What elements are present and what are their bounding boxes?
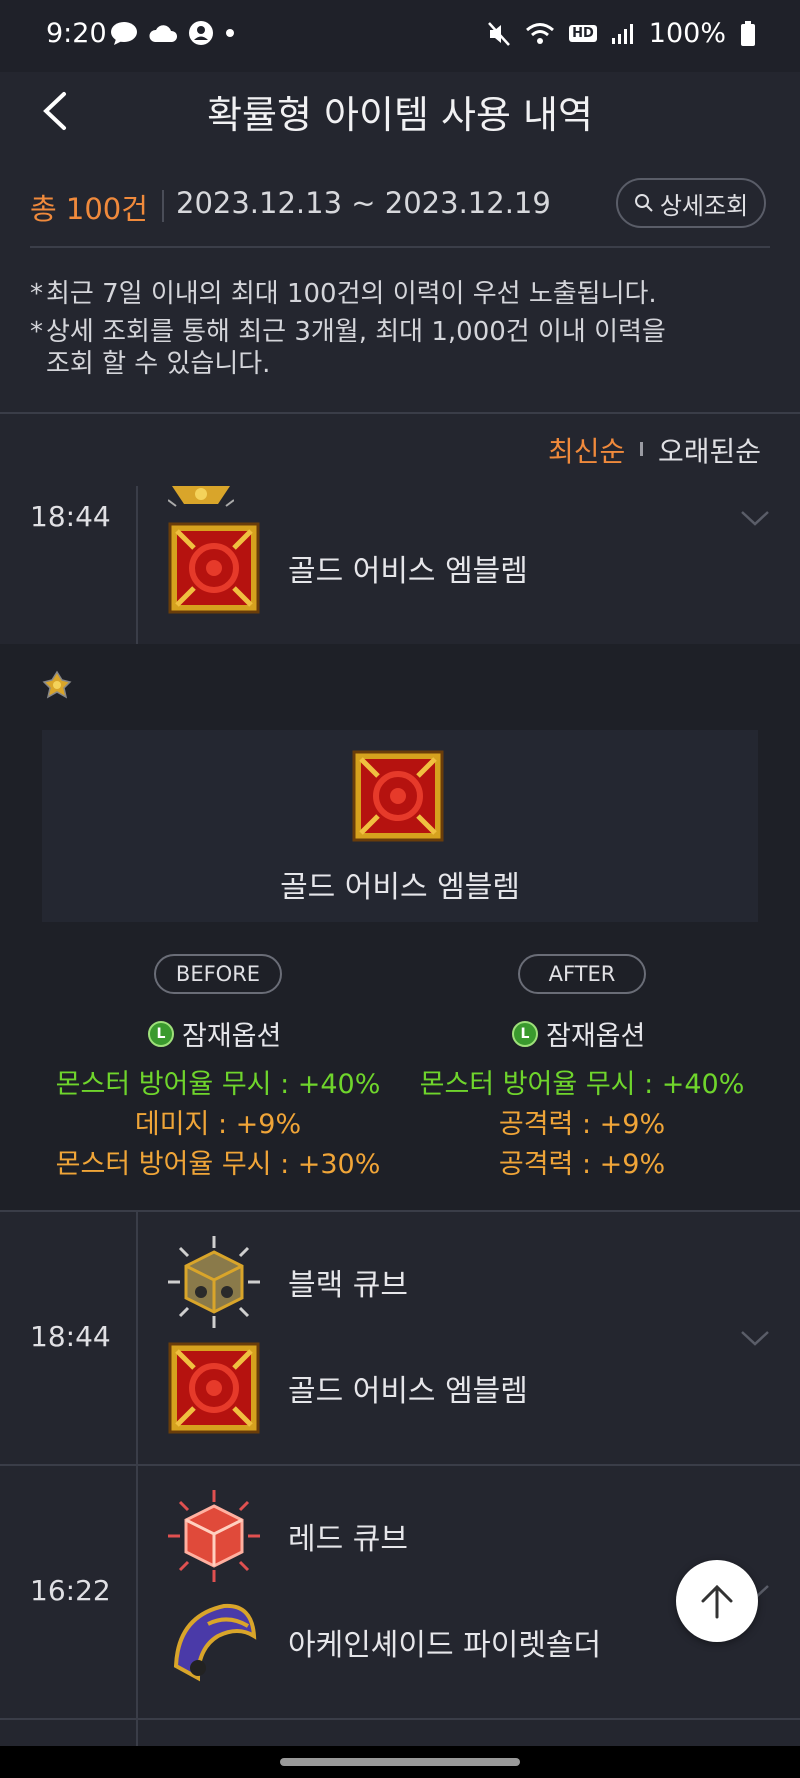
emblem-item-icon: [168, 522, 260, 614]
chat-icon: [111, 22, 137, 45]
notice-line-2: * 상세 조회를 통해 최근 3개월, 최대 1,000건 이내 이력을: [30, 317, 666, 347]
account-icon: [189, 21, 213, 45]
legendary-grade-icon: L: [512, 1020, 538, 1047]
red-cube-icon: [168, 1490, 260, 1582]
cube-small-icon: [42, 670, 72, 699]
sort-newest-button[interactable]: 최신순: [548, 430, 625, 470]
cube-icon-partial: [168, 486, 234, 507]
cloud-icon: [149, 25, 178, 42]
black-cube-icon: [168, 1236, 260, 1328]
record-time: 16:22: [30, 1574, 111, 1607]
mute-icon: [488, 21, 511, 46]
before-badge: BEFORE: [154, 954, 282, 994]
record-time: 18:44: [30, 1320, 111, 1353]
after-option-2: 공격력 : +9%: [498, 1109, 666, 1140]
status-left-icons: [110, 20, 236, 46]
emblem-item-icon: [168, 1342, 260, 1434]
search-label: 상세조회: [659, 191, 749, 220]
sort-oldest-button[interactable]: 오래된순: [658, 430, 761, 470]
total-count: 총 100건: [30, 192, 148, 226]
item-name: 골드 어비스 엠블렘: [288, 1374, 528, 1409]
scroll-top-button[interactable]: [676, 1560, 758, 1642]
item-name: 레드 큐브: [288, 1522, 408, 1557]
detail-search-button[interactable]: 상세조회: [616, 178, 766, 228]
arrow-up-icon: [701, 1584, 733, 1619]
battery-icon: [741, 20, 755, 46]
divider: [0, 1718, 800, 1720]
status-time: 9:20: [46, 18, 107, 49]
item-name: 블랙 큐브: [288, 1268, 408, 1303]
hd-voice-icon: HD: [569, 25, 597, 42]
shoulder-item-icon: [168, 1596, 260, 1688]
divider: [162, 190, 164, 222]
date-range: 2023.12.13 ~ 2023.12.19: [176, 186, 551, 220]
collapse-chevron-icon[interactable]: [740, 508, 770, 528]
timeline-line: [136, 1466, 138, 1718]
item-name: 골드 어비스 엠블렘: [288, 554, 528, 589]
item-name: 아케인셰이드 파이렛숄더: [288, 1628, 602, 1663]
status-right-icons: HD 100%: [487, 18, 756, 49]
before-potential-label: L 잠재옵션: [148, 1014, 281, 1053]
timeline-line: [136, 1212, 138, 1464]
divider: [0, 1210, 800, 1212]
page-title: 확률형 아이템 사용 내역: [207, 93, 593, 137]
timeline-line: [136, 486, 138, 644]
emblem-item-icon: [352, 750, 444, 842]
record-time: 18:44: [30, 500, 111, 533]
divider: [0, 412, 800, 414]
battery-percent: 100%: [648, 18, 726, 49]
search-icon: [634, 194, 653, 212]
after-badge: AFTER: [518, 954, 646, 994]
timeline-line: [136, 1720, 138, 1746]
wifi-icon: [526, 22, 555, 44]
before-option-3: 몬스터 방어율 무시 : +30%: [55, 1149, 381, 1180]
after-option-3: 공격력 : +9%: [498, 1149, 666, 1180]
notice-line-1: * 최근 7일 이내의 최대 100건의 이력이 우선 노출됩니다.: [30, 279, 657, 309]
before-option-1: 몬스터 방어율 무시 : +40%: [55, 1069, 381, 1100]
expand-chevron-icon[interactable]: [740, 1328, 770, 1348]
notice-line-3: 조회 할 수 있습니다.: [46, 349, 271, 379]
before-option-2: 데미지 : +9%: [134, 1109, 302, 1140]
legendary-grade-icon: L: [148, 1020, 174, 1047]
detail-item-name: 골드 어비스 엠블렘: [280, 870, 520, 905]
divider: [0, 1464, 800, 1466]
home-handle[interactable]: [280, 1758, 520, 1766]
signal-icon: [611, 23, 633, 44]
sort-divider: [640, 442, 643, 456]
after-potential-label: L 잠재옵션: [512, 1014, 645, 1053]
dot-icon: [226, 29, 234, 37]
after-option-1: 몬스터 방어율 무시 : +40%: [419, 1069, 745, 1100]
divider: [30, 246, 770, 248]
